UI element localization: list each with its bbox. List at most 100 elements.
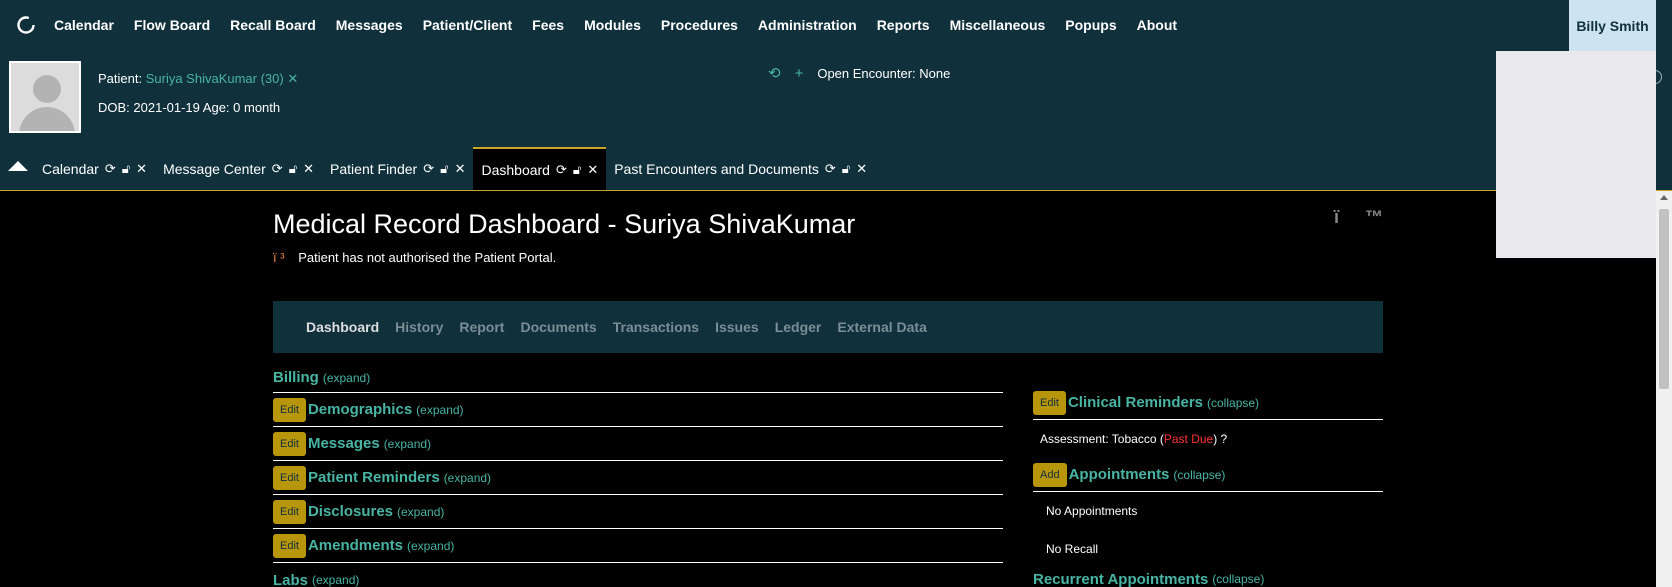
collapse-toggle[interactable]: (collapse) bbox=[1207, 396, 1259, 410]
refresh-icon[interactable]: ⟳ bbox=[825, 161, 836, 177]
subnav-dashboard[interactable]: Dashboard bbox=[306, 319, 379, 335]
refresh-icon[interactable]: ⟳ bbox=[556, 162, 567, 178]
menu-calendar[interactable]: Calendar bbox=[54, 17, 114, 33]
expand-toggle[interactable]: (expand) bbox=[416, 403, 463, 417]
tab-dashboard[interactable]: Dashboard ⟳ 🔓︎ ✕ bbox=[473, 147, 607, 191]
menu-fees[interactable]: Fees bbox=[532, 17, 564, 33]
subnav-history[interactable]: History bbox=[395, 319, 443, 335]
section-billing: Billing (expand) bbox=[273, 363, 1003, 393]
edit-button[interactable]: Edit bbox=[273, 397, 306, 422]
close-icon[interactable]: ✕ bbox=[856, 161, 867, 177]
section-title[interactable]: Messages bbox=[308, 435, 380, 452]
expand-toggle[interactable]: (expand) bbox=[407, 539, 454, 553]
close-icon[interactable]: ✕ bbox=[136, 161, 147, 177]
menu-miscellaneous[interactable]: Miscellaneous bbox=[950, 17, 1046, 33]
subnav-external-data[interactable]: External Data bbox=[837, 319, 926, 335]
scrollbar-thumb[interactable] bbox=[1659, 209, 1669, 389]
close-icon[interactable]: ✕ bbox=[587, 162, 598, 178]
menu-modules[interactable]: Modules bbox=[584, 17, 641, 33]
section-clinical-reminders: Edit Clinical Reminders (collapse) bbox=[1033, 386, 1383, 420]
unlock-icon[interactable]: 🔓︎ bbox=[289, 161, 297, 177]
edit-button[interactable]: Edit bbox=[273, 465, 306, 490]
section-title[interactable]: Appointments bbox=[1069, 466, 1170, 483]
collapse-toggle[interactable]: (collapse) bbox=[1212, 572, 1264, 586]
section-title[interactable]: Billing bbox=[273, 369, 319, 386]
section-recurrent-appointments: Recurrent Appointments (collapse) bbox=[1033, 568, 1383, 587]
menu-procedures[interactable]: Procedures bbox=[661, 17, 738, 33]
tab-past-encounters[interactable]: Past Encounters and Documents ⟳ 🔓︎ ✕ bbox=[606, 147, 875, 191]
add-appointment-button[interactable]: Add bbox=[1033, 462, 1067, 487]
close-icon[interactable]: ✕ bbox=[455, 161, 466, 177]
tab-label: Message Center bbox=[163, 161, 266, 177]
user-menu[interactable]: Billy Smith bbox=[1569, 0, 1656, 51]
refresh-icon[interactable]: ⟳ bbox=[423, 161, 434, 177]
refresh-icon[interactable]: ⟳ bbox=[105, 161, 116, 177]
reminder-help[interactable]: ) ? bbox=[1213, 432, 1227, 446]
section-title[interactable]: Amendments bbox=[308, 537, 403, 554]
menu-recall-board[interactable]: Recall Board bbox=[230, 17, 316, 33]
menu-popups[interactable]: Popups bbox=[1065, 17, 1116, 33]
unlock-icon[interactable]: 🔓︎ bbox=[122, 161, 130, 177]
refresh-icon[interactable]: ⟳ bbox=[272, 161, 283, 177]
menu-flow-board[interactable]: Flow Board bbox=[134, 17, 210, 33]
expand-toggle[interactable]: (expand) bbox=[323, 371, 370, 385]
app-logo-icon[interactable] bbox=[16, 15, 36, 35]
corner-glyphs: ï ™ bbox=[1334, 207, 1383, 228]
tab-patient-finder[interactable]: Patient Finder ⟳ 🔓︎ ✕ bbox=[322, 147, 473, 191]
expand-toggle[interactable]: (expand) bbox=[384, 437, 431, 451]
subnav-issues[interactable]: Issues bbox=[715, 319, 759, 335]
close-icon[interactable]: ✕ bbox=[303, 161, 314, 177]
section-appointments: Add Appointments (collapse) bbox=[1033, 458, 1383, 492]
unlock-icon[interactable]: 🔓︎ bbox=[842, 161, 850, 177]
expand-toggle[interactable]: (expand) bbox=[444, 471, 491, 485]
tab-calendar[interactable]: Calendar ⟳ 🔓︎ ✕ bbox=[34, 147, 155, 191]
section-title[interactable]: Recurrent Appointments bbox=[1033, 571, 1208, 587]
menu-about[interactable]: About bbox=[1137, 17, 1177, 33]
expand-toggle[interactable]: (expand) bbox=[397, 505, 444, 519]
subnav-report[interactable]: Report bbox=[459, 319, 504, 335]
page-scrollbar[interactable] bbox=[1656, 191, 1672, 587]
subnav-ledger[interactable]: Ledger bbox=[775, 319, 822, 335]
no-recall-text: No Recall bbox=[1046, 542, 1099, 556]
close-patient-icon[interactable]: ✕ bbox=[287, 71, 298, 86]
section-messages: Edit Messages (expand) bbox=[273, 427, 1003, 461]
edit-button[interactable]: Edit bbox=[1033, 390, 1066, 415]
patient-avatar[interactable] bbox=[9, 61, 81, 133]
menu-messages[interactable]: Messages bbox=[336, 17, 403, 33]
menu-reports[interactable]: Reports bbox=[877, 17, 930, 33]
right-column: Edit Clinical Reminders (collapse) Asses… bbox=[1033, 386, 1383, 587]
section-title[interactable]: Disclosures bbox=[308, 503, 393, 520]
open-encounter-text: Open Encounter: None bbox=[817, 65, 951, 81]
section-disclosures: Edit Disclosures (expand) bbox=[273, 495, 1003, 529]
clinical-reminder-item: Assessment: Tobacco (Past Due) ? bbox=[1033, 420, 1383, 458]
tab-label: Patient Finder bbox=[330, 161, 418, 177]
add-encounter-icon[interactable]: + bbox=[795, 65, 804, 82]
edit-button[interactable]: Edit bbox=[273, 533, 306, 558]
section-labs: Labs (expand) bbox=[273, 563, 1003, 587]
tab-message-center[interactable]: Message Center ⟳ 🔓︎ ✕ bbox=[155, 147, 322, 191]
collapse-toggle[interactable]: (collapse) bbox=[1173, 468, 1225, 482]
unlock-icon[interactable]: 🔓︎ bbox=[440, 161, 448, 177]
section-title[interactable]: Demographics bbox=[308, 401, 412, 418]
subnav-transactions[interactable]: Transactions bbox=[613, 319, 699, 335]
scroll-up-arrow-icon[interactable] bbox=[1660, 195, 1668, 200]
section-title[interactable]: Patient Reminders bbox=[308, 469, 440, 486]
edit-button[interactable]: Edit bbox=[273, 431, 306, 456]
info-icon[interactable]: ï bbox=[1334, 207, 1339, 228]
page-title: Medical Record Dashboard - Suriya ShivaK… bbox=[273, 209, 856, 239]
section-title[interactable]: Labs bbox=[273, 572, 308, 587]
avatar-body-shape bbox=[19, 107, 75, 131]
history-icon[interactable]: ⟲ bbox=[768, 64, 781, 82]
no-appointments-text: No Appointments bbox=[1046, 504, 1138, 518]
edit-button[interactable]: Edit bbox=[273, 499, 306, 524]
subnav-documents[interactable]: Documents bbox=[520, 319, 596, 335]
patient-name-link[interactable]: Suriya ShivaKumar (30) bbox=[146, 71, 284, 86]
section-title[interactable]: Clinical Reminders bbox=[1068, 394, 1203, 411]
trademark-icon[interactable]: ™ bbox=[1365, 207, 1383, 228]
menu-administration[interactable]: Administration bbox=[758, 17, 857, 33]
unlock-icon[interactable]: 🔓︎ bbox=[573, 162, 581, 178]
menu-patient-client[interactable]: Patient/Client bbox=[423, 17, 512, 33]
overlay-panel bbox=[1496, 51, 1656, 258]
collapse-up-icon[interactable] bbox=[8, 161, 28, 171]
expand-toggle[interactable]: (expand) bbox=[312, 573, 359, 587]
